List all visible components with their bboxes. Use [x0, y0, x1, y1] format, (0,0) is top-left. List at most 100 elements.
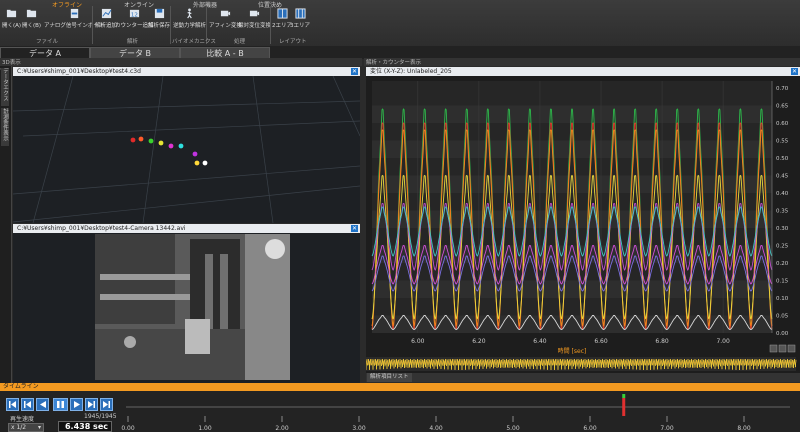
y-tick-label: 0.10 — [776, 296, 789, 302]
close-icon[interactable]: ✕ — [351, 68, 358, 75]
group-processing-label: 処理 — [234, 39, 246, 45]
marker-point — [168, 143, 174, 149]
y-tick-label: 0.35 — [776, 209, 789, 215]
three-area-button[interactable]: 3エリア — [290, 8, 310, 34]
inverse-dynamics-button[interactable]: 逆動力学解析 — [173, 8, 206, 34]
timeline-tick-label: 4.00 — [429, 425, 443, 432]
play-reverse-button[interactable] — [36, 398, 49, 411]
video-panel[interactable]: C:¥Users¥shimp_001¥Desktop¥test4-Camera … — [13, 224, 360, 383]
y-tick-label: 0.40 — [776, 191, 789, 197]
save-icon — [154, 8, 164, 19]
save-analysis-button[interactable]: 解析保存 — [148, 8, 170, 34]
import-icon — [70, 8, 78, 19]
group-analysis-label: 解析 — [127, 39, 139, 45]
analysis-header-label: 解析・カウンター表示 — [366, 60, 422, 66]
walking-person-icon — [187, 8, 192, 19]
y-tick-label: 0.30 — [776, 226, 789, 232]
affine-transform-button[interactable]: アフィン変換 — [209, 8, 242, 34]
analysis-header: 解析・カウンター表示 — [364, 58, 800, 66]
last-frame-button[interactable] — [100, 398, 113, 411]
timeline-tick-label: 7.00 — [660, 425, 674, 432]
step-back-icon — [24, 401, 31, 408]
folder-icon — [6, 9, 17, 18]
x-tick-label: 6.20 — [472, 338, 486, 345]
speed-select[interactable]: x 1/2 ▾ — [8, 423, 44, 432]
playhead[interactable] — [622, 398, 626, 416]
y-tick-label: 0.00 — [776, 331, 789, 337]
add-analysis-button[interactable]: 解析追加 — [95, 8, 117, 34]
relative-displacement-button[interactable]: 相対変位変換 — [238, 8, 271, 34]
affine-transform-label: アフィン変換 — [209, 23, 242, 29]
counter-icon: 12 — [129, 9, 139, 18]
first-frame-button[interactable] — [6, 398, 19, 411]
timeline-tick-label: 3.00 — [352, 425, 366, 432]
marker-point — [148, 138, 154, 144]
chart-title: 変位 (X-Y-Z): Unlabeled_205 — [370, 68, 452, 75]
y-tick-label: 0.55 — [776, 139, 789, 145]
side-tab-strip: データエクスプ 計測条件表示 — [0, 60, 12, 383]
timeline-tick-label: 0.00 — [121, 425, 135, 432]
view3d-path: C:¥Users¥shimp_001¥Desktop¥test4.c3d — [17, 68, 141, 75]
marker-point — [138, 136, 144, 142]
view-toggle-checkbox[interactable] — [769, 344, 778, 353]
marker-cloud — [130, 136, 208, 166]
open-b-label: 開く(B) — [22, 23, 42, 29]
two-area-label: 2エリア — [272, 23, 292, 29]
save-analysis-label: 解析保存 — [148, 23, 171, 29]
divider — [92, 6, 93, 44]
timeline-tick-label: 8.00 — [737, 425, 751, 432]
open-b-button[interactable]: 開く(B) — [22, 8, 41, 34]
time-field[interactable]: 6.438 sec — [58, 421, 112, 432]
timeline-track[interactable]: 0.00 1.00 2.00 3.00 4.00 5.00 6.00 7.00 8.00 — [120, 392, 800, 432]
step-forward-button[interactable] — [85, 398, 98, 411]
y-tick-label: 0.65 — [776, 104, 789, 110]
marker-point — [158, 140, 164, 146]
y-tick-label: 0.20 — [776, 261, 789, 267]
timeline-tick-label: 5.00 — [506, 425, 520, 432]
video-frame — [95, 234, 290, 380]
folder-icon — [26, 9, 37, 18]
displacement-chart[interactable]: 6.00 6.20 6.40 6.60 6.80 7.00 0.00 0.05 0.10 0.15… — [366, 77, 800, 373]
y-tick-label: 0.25 — [776, 244, 789, 250]
marker-point — [194, 160, 200, 166]
group-file-label: ファイル — [36, 39, 59, 45]
svg-text:12: 12 — [131, 12, 138, 18]
play-button[interactable] — [70, 398, 83, 411]
timeline-panel: タイムライン 再生速度 1945/1945 x 1/2 ▾ 6.438 sec 0… — [0, 383, 800, 432]
view3d-panel[interactable]: C:¥Users¥shimp_001¥Desktop¥test4.c3d ✕ — [13, 67, 360, 223]
speed-label: 再生速度 — [10, 416, 35, 423]
grid-band — [372, 105, 772, 123]
side-tab-conditions[interactable]: 計測条件表示 — [1, 108, 9, 146]
analysis-bottom-tabbar: 解析項目リスト — [366, 373, 800, 382]
analysis-panel[interactable]: 変位 (X-Y-Z): Unlabeled_205 ✕ 6.00 6.20 6.40… — [366, 67, 800, 373]
tab-analysis-items[interactable]: 解析項目リスト — [367, 373, 412, 382]
y-tick-label: 0.70 — [776, 86, 789, 92]
side-tab-data-explorer[interactable]: データエクスプ — [1, 68, 9, 106]
view3d-header: 3D表示 — [0, 58, 362, 66]
y-tick-label: 0.60 — [776, 121, 789, 127]
marker-point — [178, 143, 184, 149]
ribbon: オフライン オンライン 外部機器 位置決め 開く(A) 開く(B) アナログ信号… — [0, 0, 800, 47]
play-icon — [74, 401, 80, 408]
step-back-button[interactable] — [21, 398, 34, 411]
pause-button[interactable] — [53, 398, 68, 411]
camera-icon — [220, 10, 231, 17]
x-tick-label: 6.40 — [533, 338, 547, 345]
two-area-button[interactable]: 2エリア — [272, 8, 292, 34]
close-icon[interactable]: ✕ — [791, 68, 798, 75]
grid-band — [372, 210, 772, 228]
view3d-canvas[interactable] — [13, 76, 360, 223]
skip-end-icon — [103, 401, 110, 408]
open-a-button[interactable]: 開く(A) — [2, 8, 21, 34]
close-icon[interactable]: ✕ — [351, 225, 358, 232]
y-tick-label: 0.50 — [776, 156, 789, 162]
view-toggle-checkbox[interactable] — [778, 344, 787, 353]
chart-add-icon — [101, 8, 111, 19]
inverse-dynamics-label: 逆動力学解析 — [173, 23, 207, 29]
grid-band — [372, 175, 772, 193]
view3d-header-label: 3D表示 — [2, 60, 21, 66]
frame-counter: 1945/1945 — [84, 413, 117, 420]
y-tick-label: 0.45 — [776, 174, 789, 180]
view-toggle-checkbox[interactable] — [787, 344, 796, 353]
layout-three-icon — [294, 8, 306, 19]
